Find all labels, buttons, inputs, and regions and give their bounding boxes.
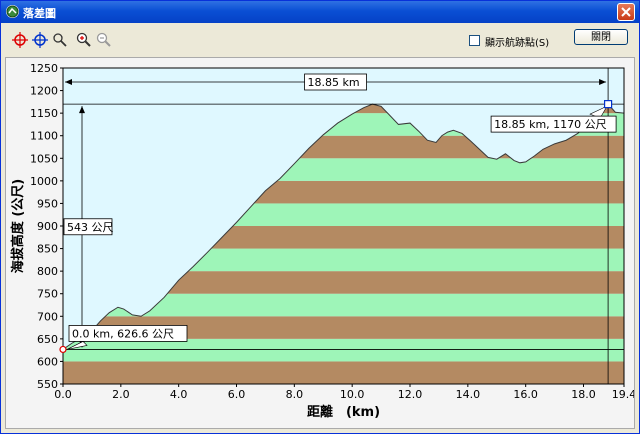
- x-tick-label: 2.0: [112, 388, 130, 401]
- zoom-out-icon: [96, 32, 111, 47]
- y-tick-label: 1050: [30, 152, 58, 165]
- title-bar[interactable]: 落差圖: [1, 1, 639, 23]
- start-point-marker: [59, 345, 67, 354]
- x-tick-label: 18.0: [571, 388, 596, 401]
- checkbox-box[interactable]: [469, 35, 480, 46]
- end-point-marker: [603, 100, 613, 109]
- y-tick-label: 750: [37, 288, 58, 301]
- y-tick-label: 850: [37, 243, 58, 256]
- y-tick-label: 1100: [30, 130, 58, 143]
- app-window: 落差圖 顯示航跡點(S) 關閉 550 600 650 700 750 800 850 900…: [0, 0, 640, 434]
- x-tick-label: 8.0: [286, 388, 304, 401]
- x-axis-label: 距離 (km): [307, 404, 380, 420]
- x-tick-label: 10.0: [340, 388, 365, 401]
- y-tick-label: 600: [37, 355, 58, 368]
- x-tick-label: 14.0: [456, 388, 481, 401]
- y-tick-label: 700: [37, 310, 58, 323]
- pan-icon: [53, 33, 67, 47]
- y-tick-label: 650: [37, 333, 58, 346]
- y-axis-label: 海拔高度 (公尺): [10, 179, 26, 273]
- y-tick-label: 900: [37, 220, 58, 233]
- window-title: 落差圖: [23, 7, 56, 20]
- end-point-label: 18.85 km, 1170 公尺: [494, 118, 607, 131]
- x-tick-label: 0.0: [54, 388, 72, 401]
- y-tick-label: 1150: [30, 107, 58, 120]
- y-tick-label: 950: [37, 197, 58, 210]
- app-icon: [6, 5, 19, 18]
- zoom-in-icon: [76, 32, 91, 47]
- terrain-band: [63, 338, 624, 362]
- close-button[interactable]: 關閉: [574, 29, 628, 45]
- y-tick-label: 800: [37, 265, 58, 278]
- show-waypoints-label: 顯示航跡點(S): [485, 38, 550, 49]
- toolbar: 顯示航跡點(S): [1, 25, 639, 53]
- crosshair-red-icon: [12, 32, 28, 48]
- close-icon: [621, 7, 631, 17]
- x-tick-label: 19.4: [612, 388, 634, 401]
- x-tick-label: 6.0: [228, 388, 246, 401]
- terrain-band: [63, 361, 624, 384]
- x-tick-label: 12.0: [398, 388, 423, 401]
- zoom-out-button[interactable]: [95, 31, 113, 49]
- crosshair-blue-tool-button[interactable]: [31, 31, 49, 49]
- crosshair-blue-icon: [32, 32, 48, 48]
- height-diff-label: 543 公尺: [67, 221, 114, 234]
- pan-tool-button[interactable]: [51, 31, 69, 49]
- zoom-in-button[interactable]: [75, 31, 93, 49]
- distance-label: 18.85 km: [308, 76, 360, 89]
- elevation-profile-chart: 550 600 650 700 750 800 850 900 950 1000 1050 1100 1…: [5, 57, 636, 429]
- start-point-label: 0.0 km, 626.6 公尺: [72, 327, 174, 340]
- x-tick-label: 4.0: [170, 388, 188, 401]
- x-tick-label: 16.0: [513, 388, 538, 401]
- y-tick-label: 1200: [30, 85, 58, 98]
- chart-svg: 5506006507007508008509009501000105011001…: [10, 62, 636, 420]
- y-tick-label: 1250: [30, 62, 58, 75]
- y-tick-label: 1000: [30, 175, 58, 188]
- crosshair-red-tool-button[interactable]: [11, 31, 29, 49]
- window-close-button[interactable]: [617, 3, 635, 21]
